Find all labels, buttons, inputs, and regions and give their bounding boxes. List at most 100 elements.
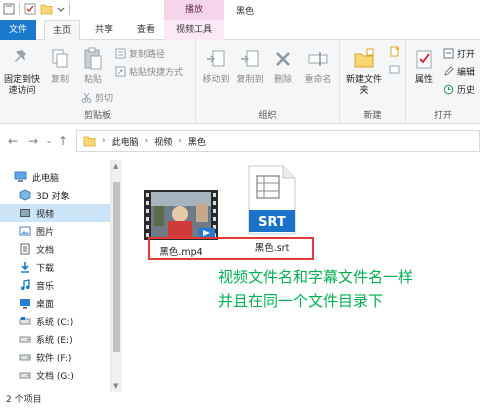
- tab-view[interactable]: 查看: [128, 20, 164, 40]
- open-icon: [443, 48, 453, 58]
- nav-label: 桌面: [36, 299, 55, 310]
- breadcrumb-black[interactable]: 黑色: [188, 135, 206, 148]
- scroll-down-icon[interactable]: ▼: [113, 382, 118, 390]
- nav-item-drive-e[interactable]: 系统 (E:): [0, 330, 110, 348]
- pin-quick-access-button[interactable]: 固定到快速访问: [2, 44, 42, 97]
- nav-label: 系统 (E:): [36, 335, 73, 346]
- nav-item-desktop[interactable]: 桌面: [0, 294, 110, 312]
- rename-icon: [308, 52, 328, 66]
- open-group-label: 打开: [433, 111, 452, 121]
- easy-access-button[interactable]: [388, 62, 400, 76]
- paste-shortcut-button[interactable]: 粘贴快捷方式: [114, 64, 183, 78]
- tab-share[interactable]: 共享: [86, 20, 122, 40]
- navigation-pane: 此电脑 3D 对象 视频 图片 文档 下载 音乐 桌面 系统 (C:) 系统 (…: [0, 160, 122, 392]
- pin-label: 固定到快速访问: [3, 75, 40, 96]
- tab-video-tools[interactable]: 视频工具: [164, 20, 224, 40]
- chevron-right-icon: ›: [102, 136, 106, 146]
- nav-item-drive-f[interactable]: 软件 (F:): [0, 348, 110, 366]
- nav-label: 3D 对象: [36, 191, 70, 202]
- nav-label: 下载: [36, 263, 55, 274]
- context-tab-header: 播放: [164, 0, 224, 20]
- nav-label: 此电脑: [32, 173, 60, 184]
- nav-item-pictures[interactable]: 图片: [0, 222, 110, 240]
- tab-home[interactable]: 主页: [44, 20, 80, 41]
- chevron-right-icon: ›: [178, 136, 182, 146]
- annotation-line-1: 视频文件名和字幕文件名一样: [218, 268, 414, 286]
- nav-item-this-pc[interactable]: 此电脑: [0, 168, 110, 186]
- annotation-line-2: 并且在同一个文件目录下: [218, 292, 384, 310]
- copy-button[interactable]: 复制: [44, 44, 76, 86]
- folder-icon: [83, 136, 96, 146]
- copy-path-label: 复制路径: [129, 49, 166, 60]
- open-group: 属性 打开 编辑 历史 打开: [406, 40, 480, 124]
- rename-label: 重命名: [304, 75, 332, 85]
- address-bar[interactable]: › 此电脑 › 视频 › 黑色: [76, 130, 480, 152]
- copy-label: 复制: [50, 75, 69, 85]
- new-item-button[interactable]: [388, 44, 400, 58]
- cut-button[interactable]: 剪切: [80, 90, 113, 104]
- easy-access-icon: [389, 65, 399, 73]
- nav-label: 软件 (F:): [36, 353, 72, 364]
- nav-label: 文档 (G:): [36, 371, 74, 382]
- save-icon[interactable]: [3, 3, 15, 15]
- nav-item-drive-g[interactable]: 文档 (G:): [0, 366, 110, 384]
- move-to-button[interactable]: 移动到: [198, 44, 234, 86]
- nav-item-downloads[interactable]: 下载: [0, 258, 110, 276]
- up-arrow-icon[interactable]: ↑: [56, 134, 70, 148]
- move-to-label: 移动到: [202, 75, 230, 85]
- new-folder-button[interactable]: 新建文件夹: [344, 44, 384, 97]
- nav-label: 图片: [36, 227, 55, 238]
- video-thumbnail-icon: [144, 190, 218, 240]
- window-title: 黑色: [236, 7, 255, 17]
- open-button[interactable]: 打开: [442, 46, 475, 60]
- breadcrumb-this-pc[interactable]: 此电脑: [112, 135, 139, 148]
- copy-to-label: 复制到: [236, 75, 264, 85]
- tab-file[interactable]: 文件: [0, 20, 36, 40]
- nav-label: 视频: [36, 209, 55, 220]
- new-group-label: 新建: [363, 111, 382, 121]
- copy-path-icon: [115, 48, 125, 58]
- properties-label: 属性: [414, 75, 433, 85]
- chevron-right-icon: ›: [144, 136, 149, 146]
- qat-dropdown-icon[interactable]: [57, 3, 65, 15]
- scrollbar-thumb[interactable]: [113, 182, 120, 352]
- forward-arrow-icon[interactable]: →: [26, 134, 40, 148]
- history-button[interactable]: 历史: [442, 82, 475, 96]
- navigation-scrollbar[interactable]: ▲ ▼: [110, 160, 122, 392]
- paste-icon: [84, 47, 102, 70]
- scroll-up-icon[interactable]: ▲: [113, 162, 118, 170]
- properties-icon: [416, 50, 432, 69]
- paste-button[interactable]: 粘贴: [78, 44, 108, 86]
- srt-badge-text: SRT: [258, 215, 286, 230]
- breadcrumb-videos[interactable]: 视频: [154, 135, 172, 148]
- properties-button[interactable]: 属性: [408, 44, 440, 86]
- ribbon-tabs: 文件 主页 共享 查看 视频工具: [0, 20, 480, 41]
- rename-button[interactable]: 重命名: [298, 44, 338, 86]
- copy-to-button[interactable]: 复制到: [232, 44, 268, 86]
- clipboard-group: 固定到快速访问 复制 粘贴 复制路径 粘贴快捷方式 剪切 剪贴板: [0, 40, 196, 124]
- new-folder-icon[interactable]: [40, 3, 53, 15]
- nav-item-documents[interactable]: 文档: [0, 240, 110, 258]
- title-bar: 播放 黑色: [0, 0, 480, 20]
- paste-label: 粘贴: [83, 75, 102, 85]
- properties-check-icon[interactable]: [24, 3, 36, 15]
- delete-label: 删除: [273, 75, 292, 85]
- history-label: 历史: [457, 85, 476, 96]
- edit-label: 编辑: [457, 67, 476, 78]
- nav-item-videos[interactable]: 视频: [0, 204, 110, 222]
- documents-icon: [20, 243, 29, 255]
- new-folder-label: 新建文件夹: [345, 75, 382, 96]
- delete-button[interactable]: 删除: [268, 44, 298, 86]
- computer-icon: [14, 171, 27, 182]
- nav-item-3d-objects[interactable]: 3D 对象: [0, 186, 110, 204]
- drive-icon: [19, 336, 30, 343]
- back-arrow-icon[interactable]: ←: [6, 134, 20, 148]
- copy-path-button[interactable]: 复制路径: [114, 46, 165, 60]
- scissors-icon: [81, 92, 91, 103]
- new-folder-big-icon: [354, 48, 374, 68]
- copy-to-icon: [241, 50, 259, 67]
- nav-item-music[interactable]: 音乐: [0, 276, 110, 294]
- nav-item-drive-c[interactable]: 系统 (C:): [0, 312, 110, 330]
- edit-button[interactable]: 编辑: [442, 64, 475, 78]
- recent-dropdown-icon[interactable]: ⌄: [42, 134, 56, 148]
